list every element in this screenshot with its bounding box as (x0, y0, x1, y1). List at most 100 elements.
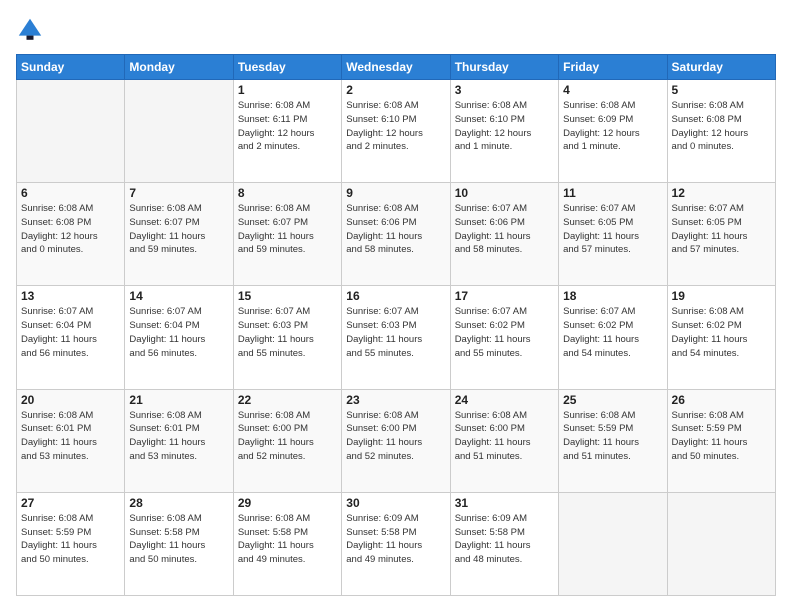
weekday-row: SundayMondayTuesdayWednesdayThursdayFrid… (17, 55, 776, 80)
weekday-header: Wednesday (342, 55, 450, 80)
day-number: 5 (672, 83, 771, 97)
day-info: Sunrise: 6:08 AM Sunset: 6:06 PM Dayligh… (346, 202, 445, 257)
calendar-body: 1 Sunrise: 6:08 AM Sunset: 6:11 PM Daylig… (17, 80, 776, 596)
day-number: 23 (346, 393, 445, 407)
day-info: Sunrise: 6:07 AM Sunset: 6:04 PM Dayligh… (129, 305, 228, 360)
calendar-cell (559, 492, 667, 595)
day-info: Sunrise: 6:08 AM Sunset: 6:00 PM Dayligh… (455, 409, 554, 464)
day-number: 10 (455, 186, 554, 200)
calendar-cell: 9 Sunrise: 6:08 AM Sunset: 6:06 PM Daylig… (342, 183, 450, 286)
calendar-cell: 6 Sunrise: 6:08 AM Sunset: 6:08 PM Daylig… (17, 183, 125, 286)
day-number: 25 (563, 393, 662, 407)
calendar-cell: 29 Sunrise: 6:08 AM Sunset: 5:58 PM Dayli… (233, 492, 341, 595)
calendar-week-row: 13 Sunrise: 6:07 AM Sunset: 6:04 PM Dayli… (17, 286, 776, 389)
calendar-cell: 5 Sunrise: 6:08 AM Sunset: 6:08 PM Daylig… (667, 80, 775, 183)
day-number: 29 (238, 496, 337, 510)
calendar-cell: 12 Sunrise: 6:07 AM Sunset: 6:05 PM Dayli… (667, 183, 775, 286)
day-info: Sunrise: 6:08 AM Sunset: 5:59 PM Dayligh… (21, 512, 120, 567)
day-info: Sunrise: 6:08 AM Sunset: 6:10 PM Dayligh… (455, 99, 554, 154)
calendar-cell: 3 Sunrise: 6:08 AM Sunset: 6:10 PM Daylig… (450, 80, 558, 183)
weekday-header: Sunday (17, 55, 125, 80)
page: SundayMondayTuesdayWednesdayThursdayFrid… (0, 0, 792, 612)
calendar-cell: 20Sunrise: 6:08 AM Sunset: 6:01 PM Dayli… (17, 389, 125, 492)
day-number: 4 (563, 83, 662, 97)
day-info: Sunrise: 6:07 AM Sunset: 6:03 PM Dayligh… (346, 305, 445, 360)
day-info: Sunrise: 6:08 AM Sunset: 5:59 PM Dayligh… (672, 409, 771, 464)
day-number: 30 (346, 496, 445, 510)
day-info: Sunrise: 6:07 AM Sunset: 6:02 PM Dayligh… (563, 305, 662, 360)
day-number: 27 (21, 496, 120, 510)
day-info: Sunrise: 6:07 AM Sunset: 6:02 PM Dayligh… (455, 305, 554, 360)
calendar-cell: 4 Sunrise: 6:08 AM Sunset: 6:09 PM Daylig… (559, 80, 667, 183)
weekday-header: Saturday (667, 55, 775, 80)
day-number: 6 (21, 186, 120, 200)
calendar-cell (17, 80, 125, 183)
calendar-week-row: 20Sunrise: 6:08 AM Sunset: 6:01 PM Dayli… (17, 389, 776, 492)
calendar-cell: 25 Sunrise: 6:08 AM Sunset: 5:59 PM Dayli… (559, 389, 667, 492)
day-info: Sunrise: 6:08 AM Sunset: 6:09 PM Dayligh… (563, 99, 662, 154)
calendar-cell: 15Sunrise: 6:07 AM Sunset: 6:03 PM Dayli… (233, 286, 341, 389)
day-info: Sunrise: 6:07 AM Sunset: 6:03 PM Dayligh… (238, 305, 337, 360)
weekday-header: Monday (125, 55, 233, 80)
day-number: 13 (21, 289, 120, 303)
day-number: 21 (129, 393, 228, 407)
day-number: 1 (238, 83, 337, 97)
calendar-cell: 7 Sunrise: 6:08 AM Sunset: 6:07 PM Daylig… (125, 183, 233, 286)
logo-icon (16, 16, 44, 44)
calendar-cell: 23 Sunrise: 6:08 AM Sunset: 6:00 PM Dayli… (342, 389, 450, 492)
calendar-week-row: 6 Sunrise: 6:08 AM Sunset: 6:08 PM Daylig… (17, 183, 776, 286)
day-info: Sunrise: 6:09 AM Sunset: 5:58 PM Dayligh… (346, 512, 445, 567)
calendar-cell: 26 Sunrise: 6:08 AM Sunset: 5:59 PM Dayli… (667, 389, 775, 492)
calendar-week-row: 1 Sunrise: 6:08 AM Sunset: 6:11 PM Daylig… (17, 80, 776, 183)
calendar-cell: 2Sunrise: 6:08 AM Sunset: 6:10 PM Daylig… (342, 80, 450, 183)
day-info: Sunrise: 6:08 AM Sunset: 6:07 PM Dayligh… (238, 202, 337, 257)
day-info: Sunrise: 6:08 AM Sunset: 5:58 PM Dayligh… (238, 512, 337, 567)
day-number: 11 (563, 186, 662, 200)
logo (16, 16, 46, 44)
day-info: Sunrise: 6:08 AM Sunset: 6:02 PM Dayligh… (672, 305, 771, 360)
calendar-cell: 31Sunrise: 6:09 AM Sunset: 5:58 PM Dayli… (450, 492, 558, 595)
calendar-cell: 14 Sunrise: 6:07 AM Sunset: 6:04 PM Dayli… (125, 286, 233, 389)
day-info: Sunrise: 6:08 AM Sunset: 6:08 PM Dayligh… (672, 99, 771, 154)
day-info: Sunrise: 6:08 AM Sunset: 6:07 PM Dayligh… (129, 202, 228, 257)
calendar-cell: 13 Sunrise: 6:07 AM Sunset: 6:04 PM Dayli… (17, 286, 125, 389)
calendar-cell: 21 Sunrise: 6:08 AM Sunset: 6:01 PM Dayli… (125, 389, 233, 492)
calendar-cell: 8 Sunrise: 6:08 AM Sunset: 6:07 PM Daylig… (233, 183, 341, 286)
day-number: 7 (129, 186, 228, 200)
weekday-header: Tuesday (233, 55, 341, 80)
calendar-cell: 17 Sunrise: 6:07 AM Sunset: 6:02 PM Dayli… (450, 286, 558, 389)
calendar-table: SundayMondayTuesdayWednesdayThursdayFrid… (16, 54, 776, 596)
day-number: 3 (455, 83, 554, 97)
day-info: Sunrise: 6:08 AM Sunset: 6:01 PM Dayligh… (21, 409, 120, 464)
weekday-header: Thursday (450, 55, 558, 80)
day-number: 12 (672, 186, 771, 200)
day-number: 14 (129, 289, 228, 303)
calendar-cell: 16 Sunrise: 6:07 AM Sunset: 6:03 PM Dayli… (342, 286, 450, 389)
day-info: Sunrise: 6:08 AM Sunset: 6:00 PM Dayligh… (346, 409, 445, 464)
day-info: Sunrise: 6:08 AM Sunset: 6:08 PM Dayligh… (21, 202, 120, 257)
calendar-cell: 30 Sunrise: 6:09 AM Sunset: 5:58 PM Dayli… (342, 492, 450, 595)
day-info: Sunrise: 6:08 AM Sunset: 6:11 PM Dayligh… (238, 99, 337, 154)
day-info: Sunrise: 6:07 AM Sunset: 6:06 PM Dayligh… (455, 202, 554, 257)
day-number: 17 (455, 289, 554, 303)
calendar-cell: 10 Sunrise: 6:07 AM Sunset: 6:06 PM Dayli… (450, 183, 558, 286)
day-number: 8 (238, 186, 337, 200)
calendar-cell: 11 Sunrise: 6:07 AM Sunset: 6:05 PM Dayli… (559, 183, 667, 286)
day-number: 16 (346, 289, 445, 303)
calendar-cell: 24 Sunrise: 6:08 AM Sunset: 6:00 PM Dayli… (450, 389, 558, 492)
calendar-cell: 18 Sunrise: 6:07 AM Sunset: 6:02 PM Dayli… (559, 286, 667, 389)
day-number: 26 (672, 393, 771, 407)
calendar-cell (125, 80, 233, 183)
day-number: 19 (672, 289, 771, 303)
day-number: 18 (563, 289, 662, 303)
day-number: 24 (455, 393, 554, 407)
calendar-cell (667, 492, 775, 595)
day-info: Sunrise: 6:08 AM Sunset: 5:59 PM Dayligh… (563, 409, 662, 464)
day-info: Sunrise: 6:08 AM Sunset: 6:01 PM Dayligh… (129, 409, 228, 464)
day-number: 9 (346, 186, 445, 200)
day-info: Sunrise: 6:07 AM Sunset: 6:04 PM Dayligh… (21, 305, 120, 360)
calendar-cell: 27 Sunrise: 6:08 AM Sunset: 5:59 PM Dayli… (17, 492, 125, 595)
calendar-cell: 22Sunrise: 6:08 AM Sunset: 6:00 PM Dayli… (233, 389, 341, 492)
day-info: Sunrise: 6:07 AM Sunset: 6:05 PM Dayligh… (672, 202, 771, 257)
day-info: Sunrise: 6:07 AM Sunset: 6:05 PM Dayligh… (563, 202, 662, 257)
